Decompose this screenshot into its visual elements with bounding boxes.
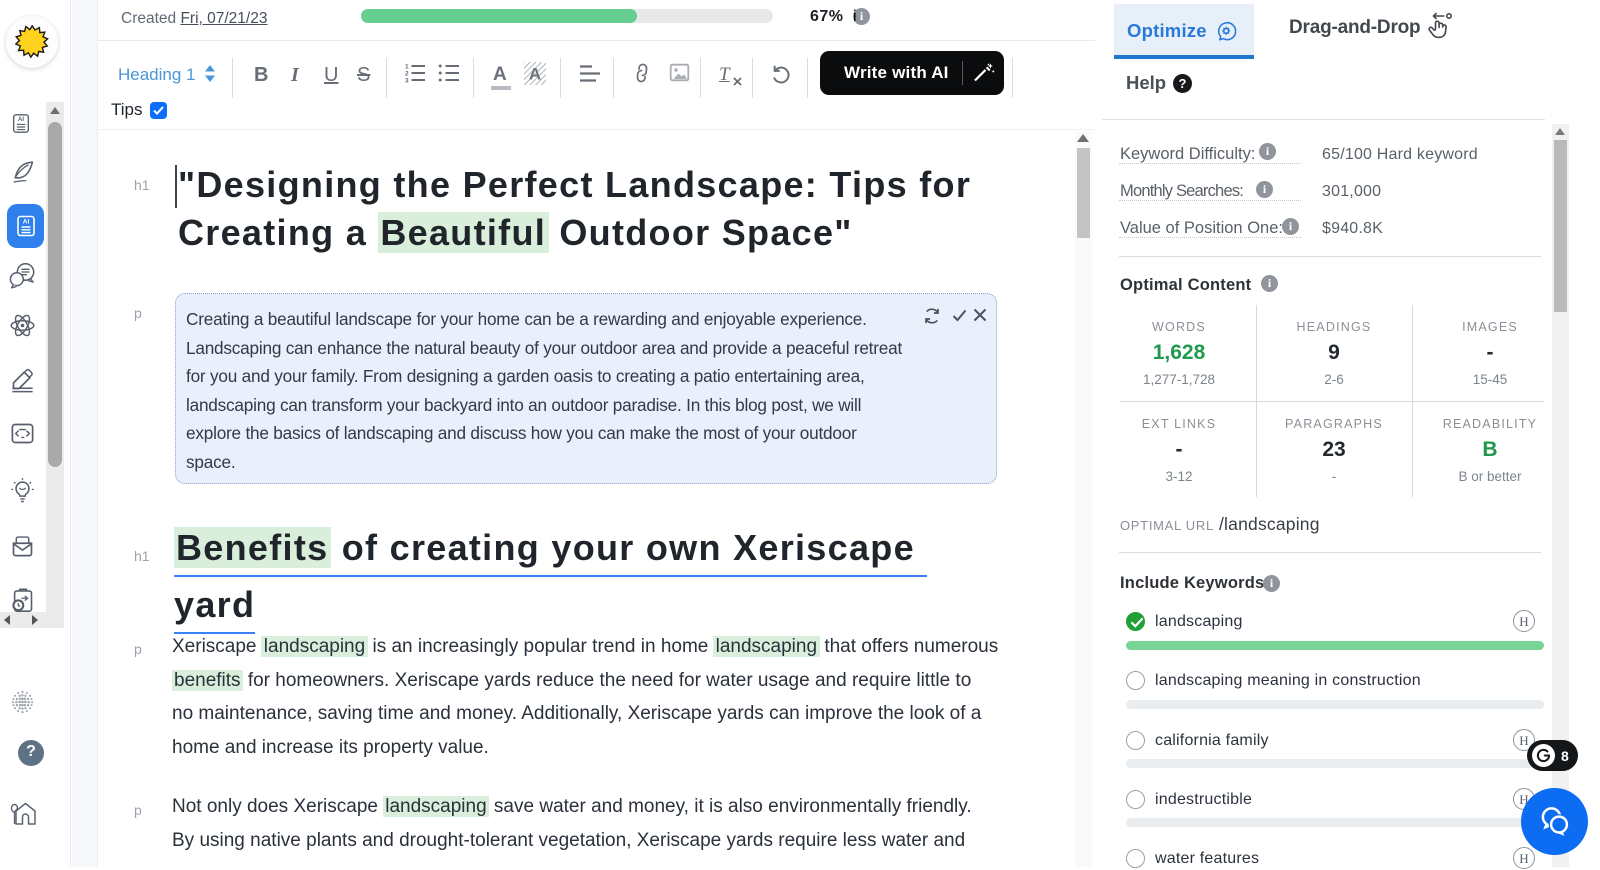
svg-text:3: 3 xyxy=(405,78,409,84)
svg-text:1: 1 xyxy=(405,64,409,71)
svg-text:AI: AI xyxy=(18,117,24,123)
svg-text:2: 2 xyxy=(405,71,409,78)
svg-text:AI: AI xyxy=(22,219,29,226)
svg-text:A: A xyxy=(529,65,541,84)
